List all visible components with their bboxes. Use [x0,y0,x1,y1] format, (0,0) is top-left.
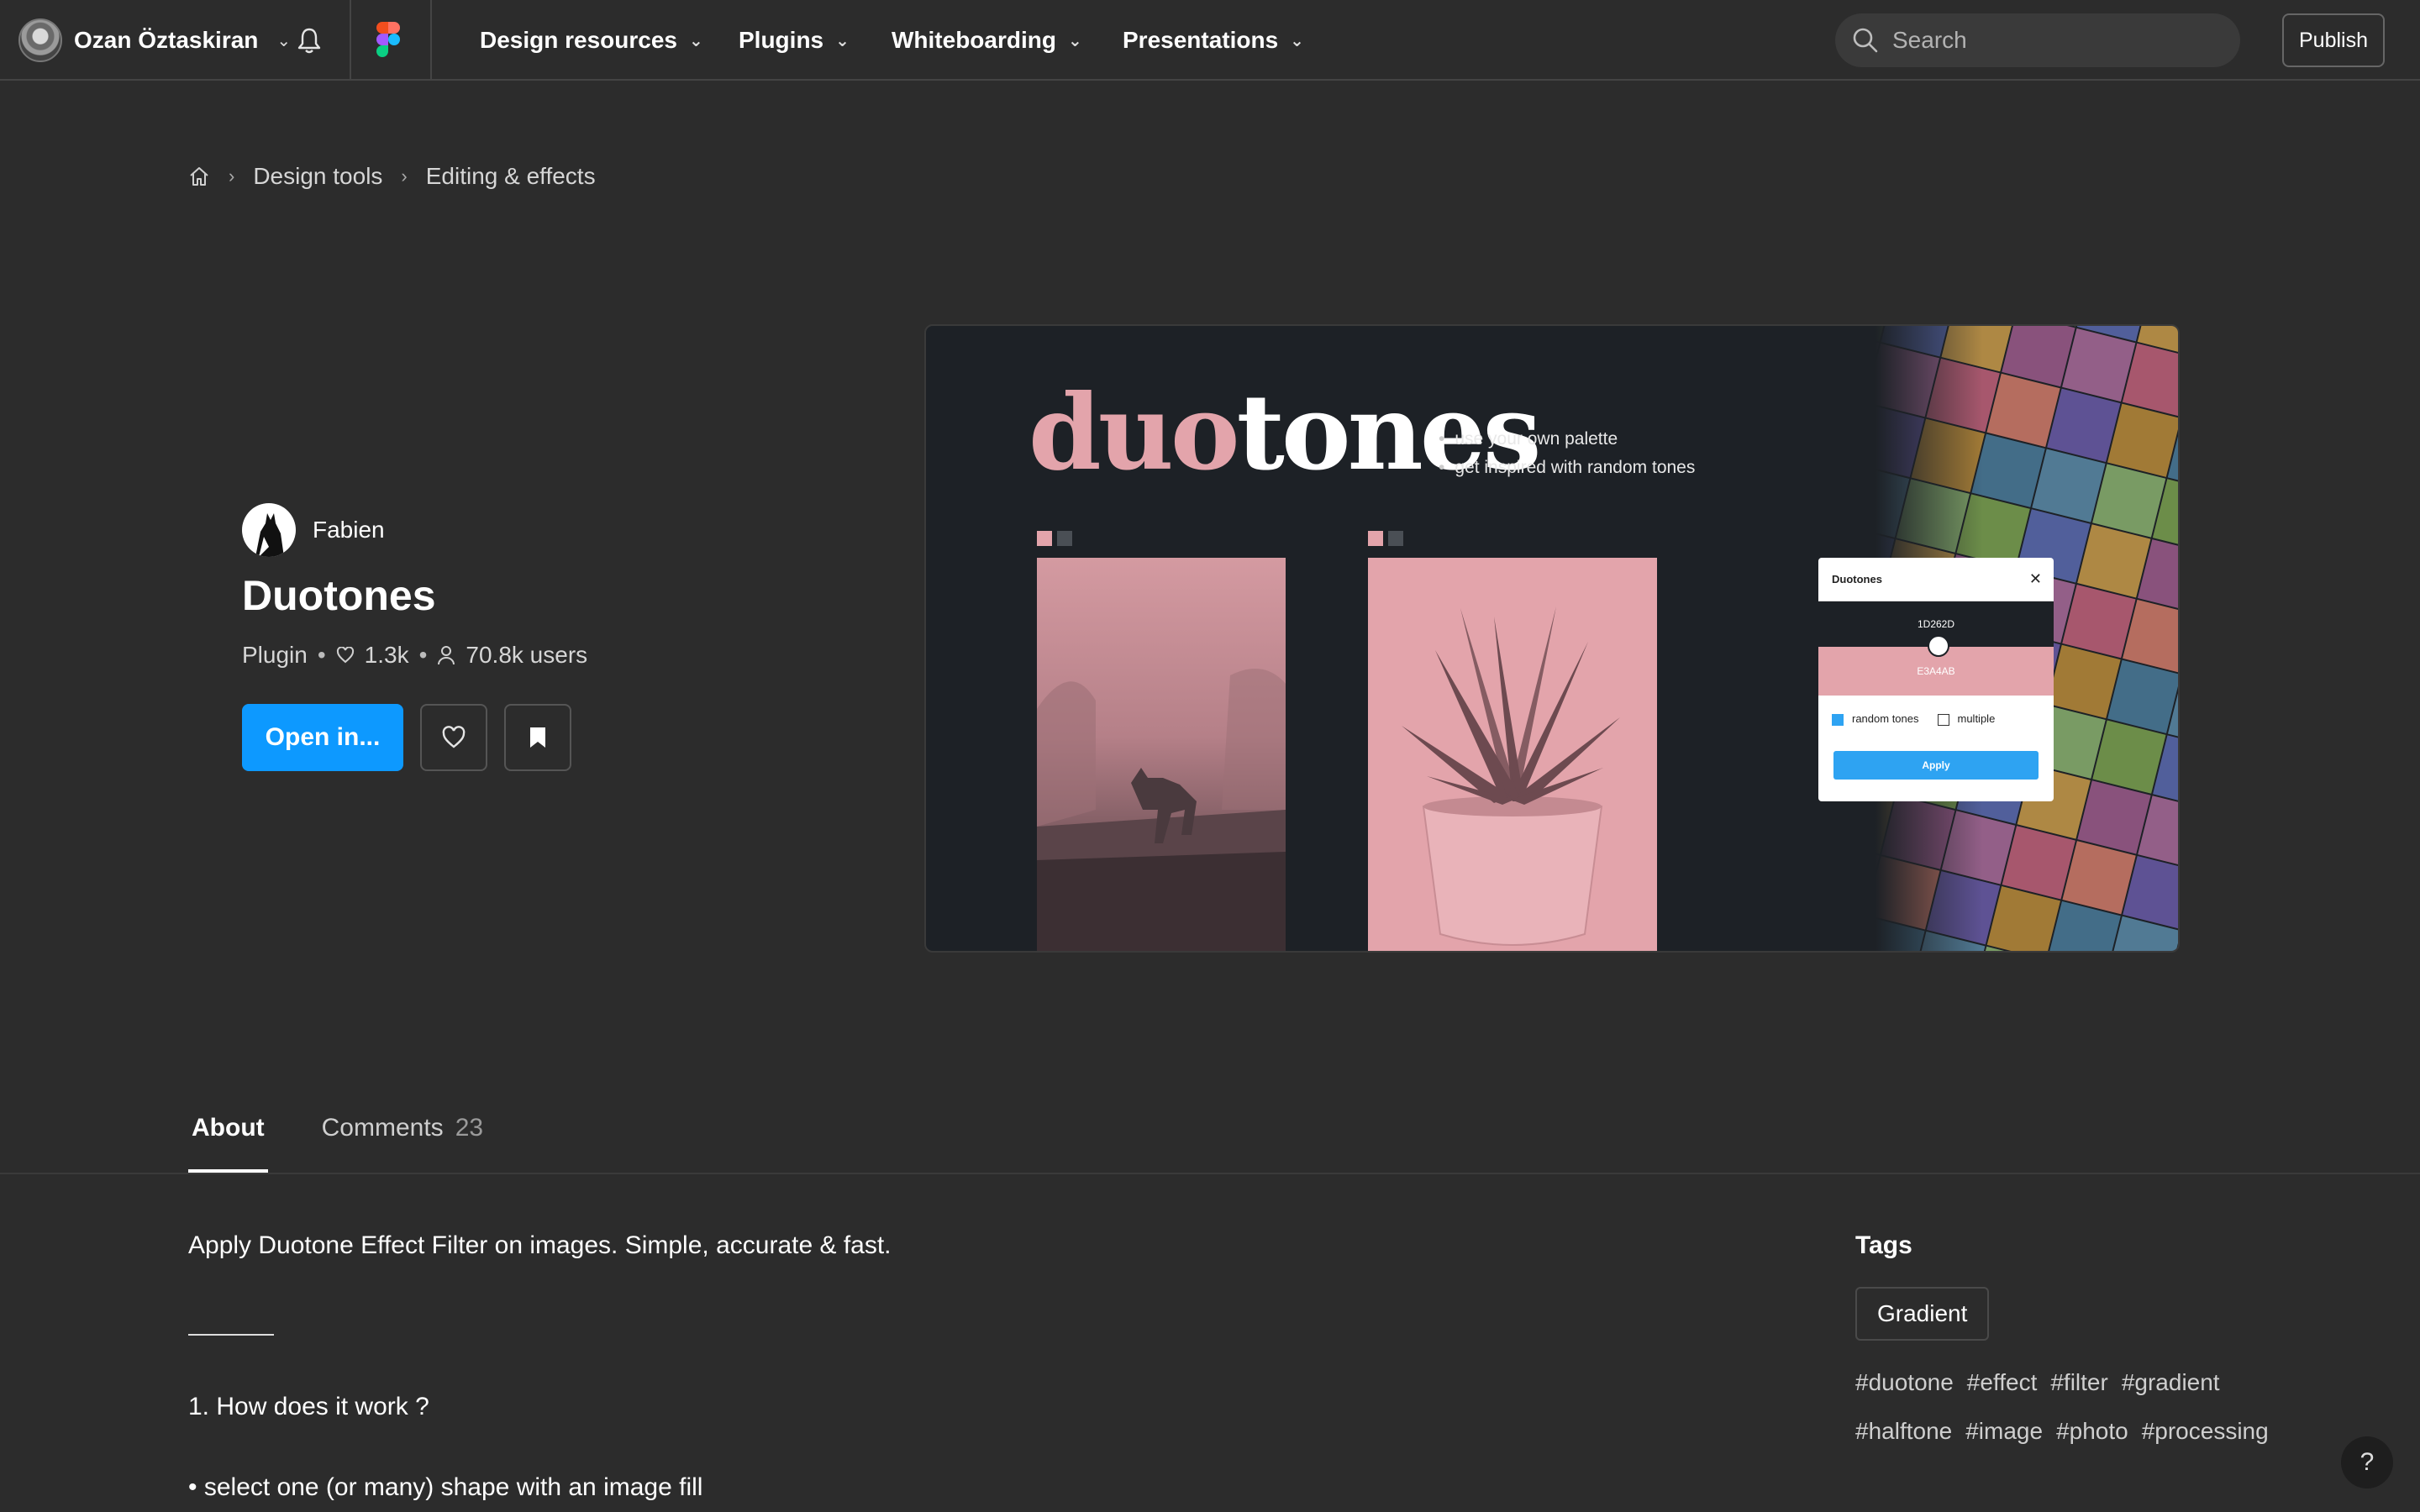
breadcrumb-editing-effects[interactable]: Editing & effects [426,163,596,190]
hero-bullets: use your own palette get inspired with r… [1439,425,1695,482]
hashtag[interactable]: #gradient [2122,1369,2220,1396]
comments-count: 23 [455,1114,484,1142]
hashtag-list: #duotone #effect #filter #gradient #half… [1855,1369,2275,1445]
dark-color-field: 1D262D [1818,601,2054,657]
chevron-down-icon: ⌄ [1290,31,1304,50]
likes-count: 1.3k [364,642,409,668]
like-button[interactable] [420,704,487,771]
hero-title-duo: duo [1028,372,1240,494]
meta-separator: • [418,642,428,668]
plugin-title: Duotones [242,572,436,619]
hashtag[interactable]: #filter [2050,1369,2107,1396]
user-icon [438,646,455,665]
hero-bullet: get inspired with random tones [1439,454,1695,482]
hashtag[interactable]: #duotone [1855,1369,1954,1396]
author[interactable]: Fabien [242,502,385,558]
nav-label: Whiteboarding [892,27,1056,53]
nav-label: Design resources [480,27,677,53]
hero-bullet: use your own palette [1439,425,1695,454]
tabs-divider [0,1173,2420,1174]
step-item: • select one (or many) shape with an ima… [188,1473,703,1501]
meta-separator: • [317,642,326,668]
user-avatar [18,18,62,62]
plugin-type: Plugin [242,642,308,668]
palette-swatches [1368,531,1403,546]
plugin-actions: Open in... [242,704,571,771]
hashtag[interactable]: #halftone [1855,1418,1952,1445]
figma-logo-icon [376,22,400,57]
nav-whiteboarding[interactable]: Whiteboarding ⌄ [892,24,1082,57]
chevron-down-icon: ⌄ [276,31,292,50]
wolf-photo [1037,558,1286,951]
popup-apply-button: Apply [1833,751,2039,780]
option-multiple: multiple [1937,712,1995,726]
tab-comments[interactable]: Comments 23 [322,1114,483,1173]
tab-label: Comments [321,1114,444,1142]
user-name: Ozan Öztaskiran [74,27,259,53]
heart-icon [442,726,466,748]
breadcrumb-separator: › [401,165,408,186]
swap-icon [1928,635,1949,657]
hashtag[interactable]: #effect [1967,1369,2038,1396]
duotones-plugin-window: Duotones ✕ 1D262D E3A4AB random tones mu… [1818,558,2054,801]
palette-swatches [1037,531,1072,546]
author-name: Fabien [313,517,385,543]
notifications-button[interactable] [292,24,326,57]
breadcrumb-separator: › [229,165,235,186]
bookmark-button[interactable] [504,704,571,771]
hero-image: duotones use your own palette get inspir… [924,324,2180,953]
plant-photo [1368,558,1657,951]
search-input[interactable]: Search [1835,13,2240,67]
figma-logo[interactable] [376,22,400,57]
help-button[interactable]: ? [2341,1436,2393,1488]
heart-icon [336,647,354,664]
bell-icon [297,28,321,54]
content-tabs: About Comments 23 [188,1114,483,1173]
light-color-value: E3A4AB [1917,665,1955,677]
hashtag[interactable]: #processing [2142,1418,2269,1445]
nav-presentations[interactable]: Presentations ⌄ [1123,24,1304,57]
divider [430,0,432,81]
category-tag[interactable]: Gradient [1855,1287,1990,1341]
close-icon: ✕ [2028,570,2042,587]
popup-title: Duotones [1832,573,1882,585]
section-heading: 1. How does it work ? [188,1393,429,1420]
nav-label: Presentations [1123,27,1279,53]
chevron-down-icon: ⌄ [689,31,703,50]
option-random-tones: random tones [1832,712,1919,726]
plugin-meta: Plugin • 1.3k • 70.8k users [242,642,587,669]
breadcrumb: › Design tools › Editing & effects [188,160,596,193]
tab-about[interactable]: About [188,1114,268,1173]
nav-design-resources[interactable]: Design resources ⌄ [480,24,703,57]
tab-label: About [192,1114,265,1142]
bookmark-icon [530,727,545,748]
hashtag[interactable]: #image [1965,1418,2043,1445]
dark-color-value: 1D262D [1917,618,1955,630]
description-rule [188,1334,274,1336]
breadcrumb-design-tools[interactable]: Design tools [253,163,382,190]
home-icon[interactable] [188,165,210,187]
divider [350,0,351,81]
account-menu[interactable]: Ozan Öztaskiran ⌄ [18,18,291,62]
users-count: 70.8k users [466,642,588,668]
popup-header: Duotones ✕ [1818,558,2054,601]
top-bar: Ozan Öztaskiran ⌄ Design resources ⌄ Plu… [0,0,2420,81]
nav-plugins[interactable]: Plugins ⌄ [739,24,850,57]
popup-options: random tones multiple [1818,696,2054,743]
open-in-button[interactable]: Open in... [242,704,403,771]
search-placeholder: Search [1892,27,1967,53]
chevron-down-icon: ⌄ [1067,31,1082,50]
nav-label: Plugins [739,27,824,53]
chevron-down-icon: ⌄ [835,31,850,50]
hashtag[interactable]: #photo [2056,1418,2128,1445]
publish-button[interactable]: Publish [2282,13,2385,67]
plugin-description: Apply Duotone Effect Filter on images. S… [188,1231,892,1259]
tags-title: Tags [1855,1231,1912,1259]
author-avatar [242,503,296,557]
search-icon [1853,28,1878,53]
